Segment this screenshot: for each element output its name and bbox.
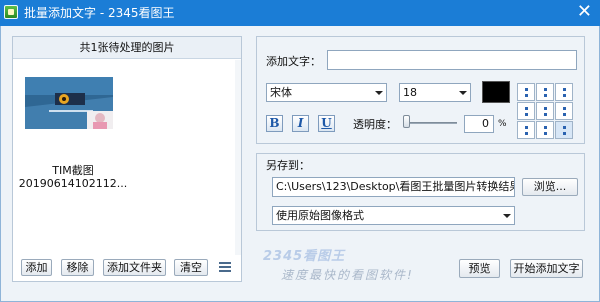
clear-button[interactable]: 清空	[174, 259, 208, 276]
list-view-icon[interactable]	[219, 262, 231, 272]
save-path-input[interactable]: C:\Users\123\Desktop\看图王批量图片转换结果\	[272, 177, 515, 197]
position-top-right[interactable]	[555, 83, 573, 101]
image-count-header: 共1张待处理的图片	[13, 37, 241, 59]
opacity-input[interactable]: 0	[464, 115, 494, 133]
bold-button[interactable]: B	[266, 115, 283, 132]
position-top-center[interactable]	[536, 83, 554, 101]
text-color-swatch[interactable]	[482, 81, 510, 103]
start-add-text-button[interactable]: 开始添加文字	[510, 259, 583, 278]
underline-button[interactable]: U	[318, 115, 335, 132]
position-grid	[517, 83, 573, 139]
position-center[interactable]	[536, 102, 554, 120]
add-folder-button[interactable]: 添加文件夹	[103, 259, 166, 276]
font-size-value: 18	[403, 86, 417, 99]
image-format-select[interactable]: 使用原始图像格式	[272, 206, 515, 225]
position-middle-left[interactable]	[517, 102, 535, 120]
add-text-label: 添加文字：	[266, 55, 321, 68]
font-size-select[interactable]: 18	[399, 83, 471, 102]
dialog-body: 共1张待处理的图片 TIM截图 20190614102112... 添加 移除 …	[0, 26, 600, 302]
opacity-slider-handle[interactable]	[403, 115, 410, 128]
add-button[interactable]: 添加	[21, 259, 52, 276]
title-bar: 批量添加文字 - 2345看图王 ✕	[0, 0, 600, 26]
position-bottom-center[interactable]	[536, 121, 554, 139]
chevron-down-icon	[503, 214, 511, 218]
window-title: 批量添加文字 - 2345看图王	[24, 6, 175, 20]
chevron-down-icon	[375, 91, 383, 95]
slogan-text: 速度最快的看图软件!	[281, 268, 414, 282]
font-select-value: 宋体	[270, 86, 292, 99]
save-to-label: 另存到：	[266, 159, 310, 172]
percent-unit: %	[498, 119, 507, 129]
position-top-left[interactable]	[517, 83, 535, 101]
italic-button[interactable]: I	[292, 115, 309, 132]
image-list-toolbar: 添加 移除 添加文件夹 清空	[13, 255, 241, 281]
opacity-label: 透明度：	[353, 118, 397, 131]
preview-button[interactable]: 预览	[459, 259, 500, 278]
image-list-scrollbar[interactable]	[235, 60, 241, 255]
position-bottom-right[interactable]	[555, 121, 573, 139]
image-filename: TIM截图 20190614102112...	[18, 164, 128, 190]
app-icon	[4, 5, 18, 19]
position-bottom-left[interactable]	[517, 121, 535, 139]
add-text-input[interactable]	[327, 50, 577, 70]
font-select[interactable]: 宋体	[266, 83, 387, 102]
browse-button[interactable]: 浏览...	[522, 178, 578, 196]
close-button[interactable]: ✕	[577, 2, 592, 22]
image-format-value: 使用原始图像格式	[276, 209, 364, 222]
chevron-down-icon	[459, 91, 467, 95]
position-middle-right[interactable]	[555, 102, 573, 120]
image-thumbnail[interactable]	[25, 77, 113, 129]
brand-logo: 2345看图王	[263, 249, 346, 264]
image-list-panel: 共1张待处理的图片 TIM截图 20190614102112... 添加 移除 …	[12, 36, 242, 282]
remove-button[interactable]: 移除	[61, 259, 94, 276]
opacity-slider[interactable]	[403, 122, 457, 124]
